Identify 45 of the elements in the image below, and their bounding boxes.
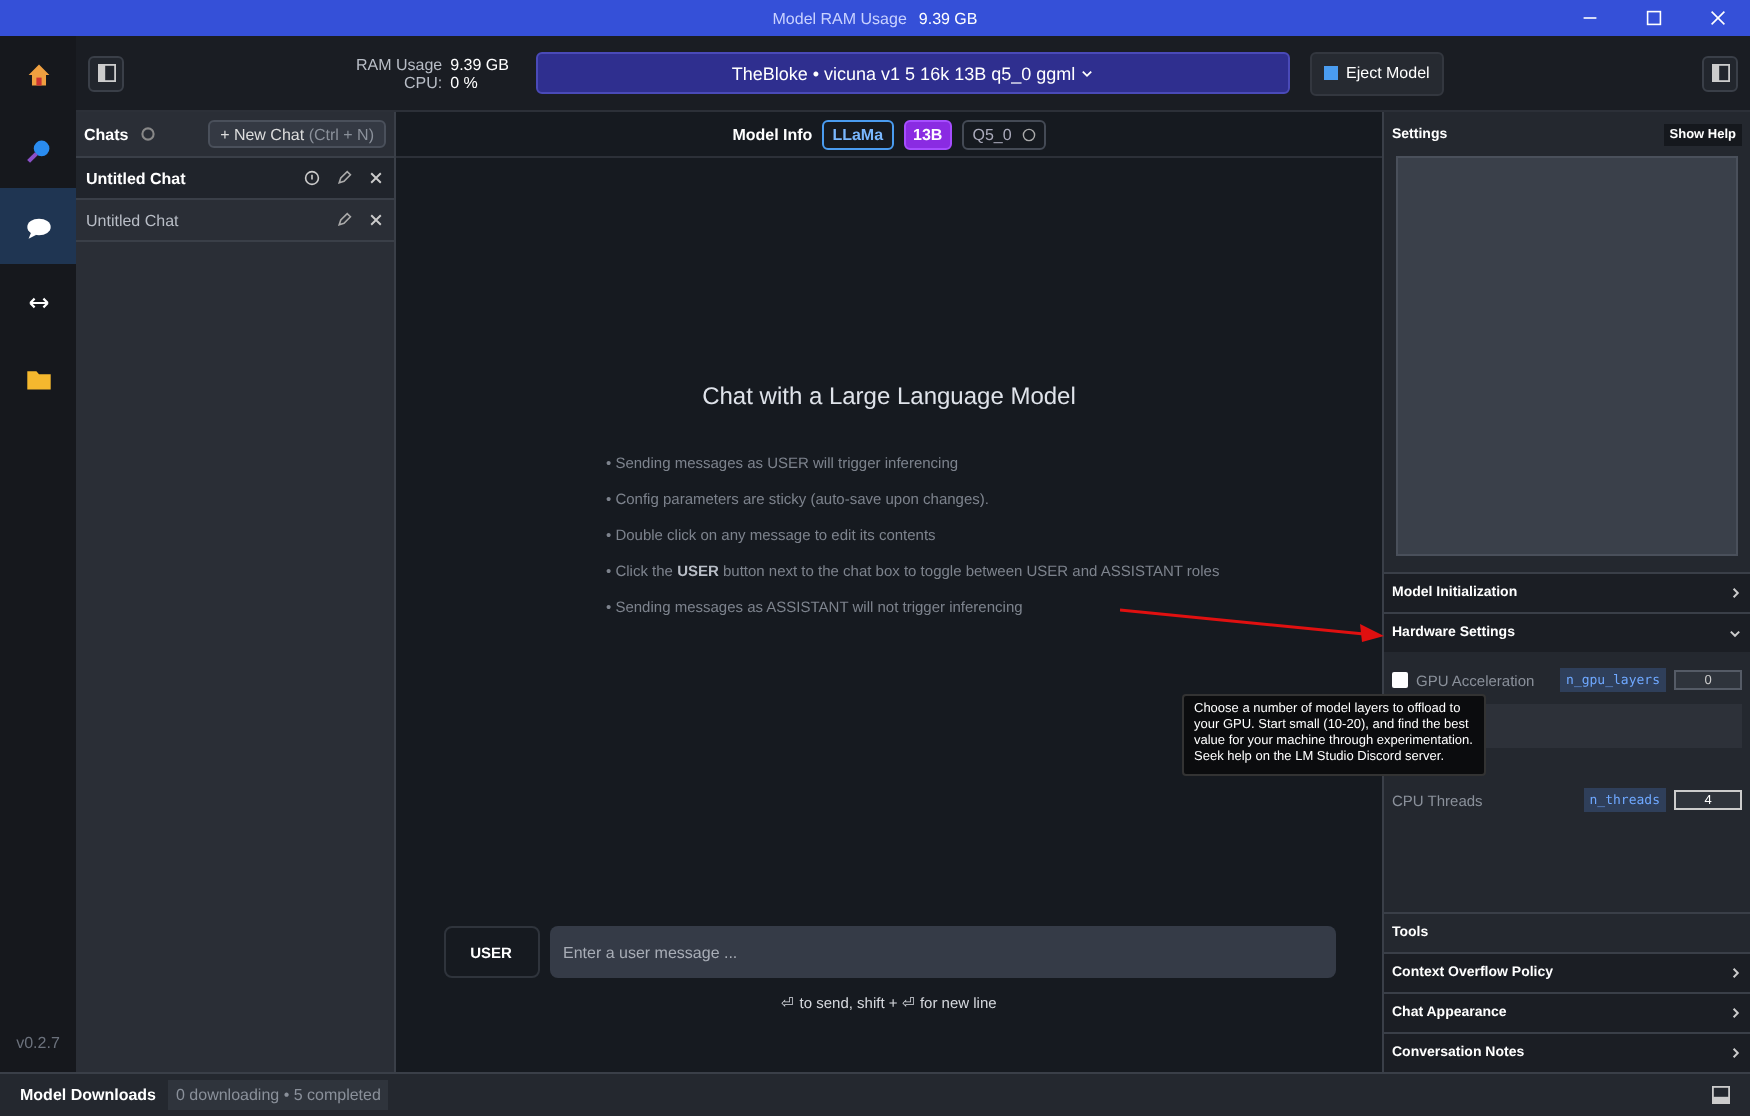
model-tag: LLaMa bbox=[822, 119, 894, 149]
panel-toggle-button[interactable] bbox=[88, 55, 124, 91]
panel-toggle-button[interactable] bbox=[1702, 55, 1738, 91]
ram-label: RAM Usage bbox=[356, 55, 443, 73]
close-icon bbox=[368, 170, 384, 186]
chevron-icon bbox=[1728, 966, 1742, 980]
chat-list-item[interactable]: Untitled Chat bbox=[76, 200, 394, 242]
ram-usage-value: 9.39 GB bbox=[918, 9, 978, 27]
version-label: v0.2.7 bbox=[14, 1034, 62, 1052]
model-tag: 13B bbox=[903, 119, 953, 149]
eject-icon bbox=[1324, 66, 1338, 80]
maximize-icon bbox=[1646, 10, 1662, 26]
model-downloads-label: Model Downloads bbox=[20, 1086, 156, 1104]
chat-heading: Chat with a Large Language Model bbox=[702, 382, 1076, 410]
close-icon bbox=[368, 212, 384, 228]
chevron-icon bbox=[1728, 626, 1742, 640]
panel-icon bbox=[1712, 1086, 1730, 1104]
close-icon bbox=[1710, 10, 1726, 26]
new-chat-button[interactable]: + New Chat (Ctrl + N) bbox=[208, 120, 386, 148]
chevron-icon bbox=[1728, 1046, 1742, 1060]
cpu-label: CPU: bbox=[404, 73, 443, 91]
caret-icon bbox=[1080, 65, 1095, 79]
pencil-icon bbox=[336, 170, 352, 186]
chevron-icon bbox=[1728, 586, 1742, 600]
chevron-icon bbox=[1728, 1006, 1742, 1020]
nav-rail-button[interactable] bbox=[0, 188, 76, 264]
downloads-summary: 0 downloading • 5 completed bbox=[168, 1080, 389, 1110]
message-input[interactable]: Enter a user message ... bbox=[549, 926, 1335, 978]
chat-list-item[interactable]: Untitled Chat bbox=[76, 158, 394, 200]
search-icon bbox=[25, 137, 51, 163]
pencil-icon bbox=[336, 212, 352, 228]
gpu-acceleration-checkbox[interactable] bbox=[1392, 672, 1408, 688]
model-tag: Q5_0 bbox=[962, 119, 1046, 149]
model-selector[interactable]: TheBloke • vicuna v1 5 16k 13B q5_0 ggml bbox=[536, 52, 1290, 94]
sidebar-panel-icon bbox=[1709, 64, 1731, 82]
chats-title: Chats bbox=[84, 125, 129, 143]
window-title: Model RAM Usage bbox=[772, 9, 907, 27]
cpu-value: 0 % bbox=[450, 73, 480, 91]
ram-value: 9.39 GB bbox=[450, 55, 509, 73]
home-icon bbox=[25, 61, 51, 87]
folder-icon bbox=[25, 365, 51, 391]
chat-bubble-icon bbox=[25, 213, 51, 239]
sidebar-panel-icon bbox=[95, 64, 117, 82]
model-info-label: Model Info bbox=[732, 125, 813, 143]
eject-model-button[interactable]: Eject Model bbox=[1310, 51, 1444, 95]
